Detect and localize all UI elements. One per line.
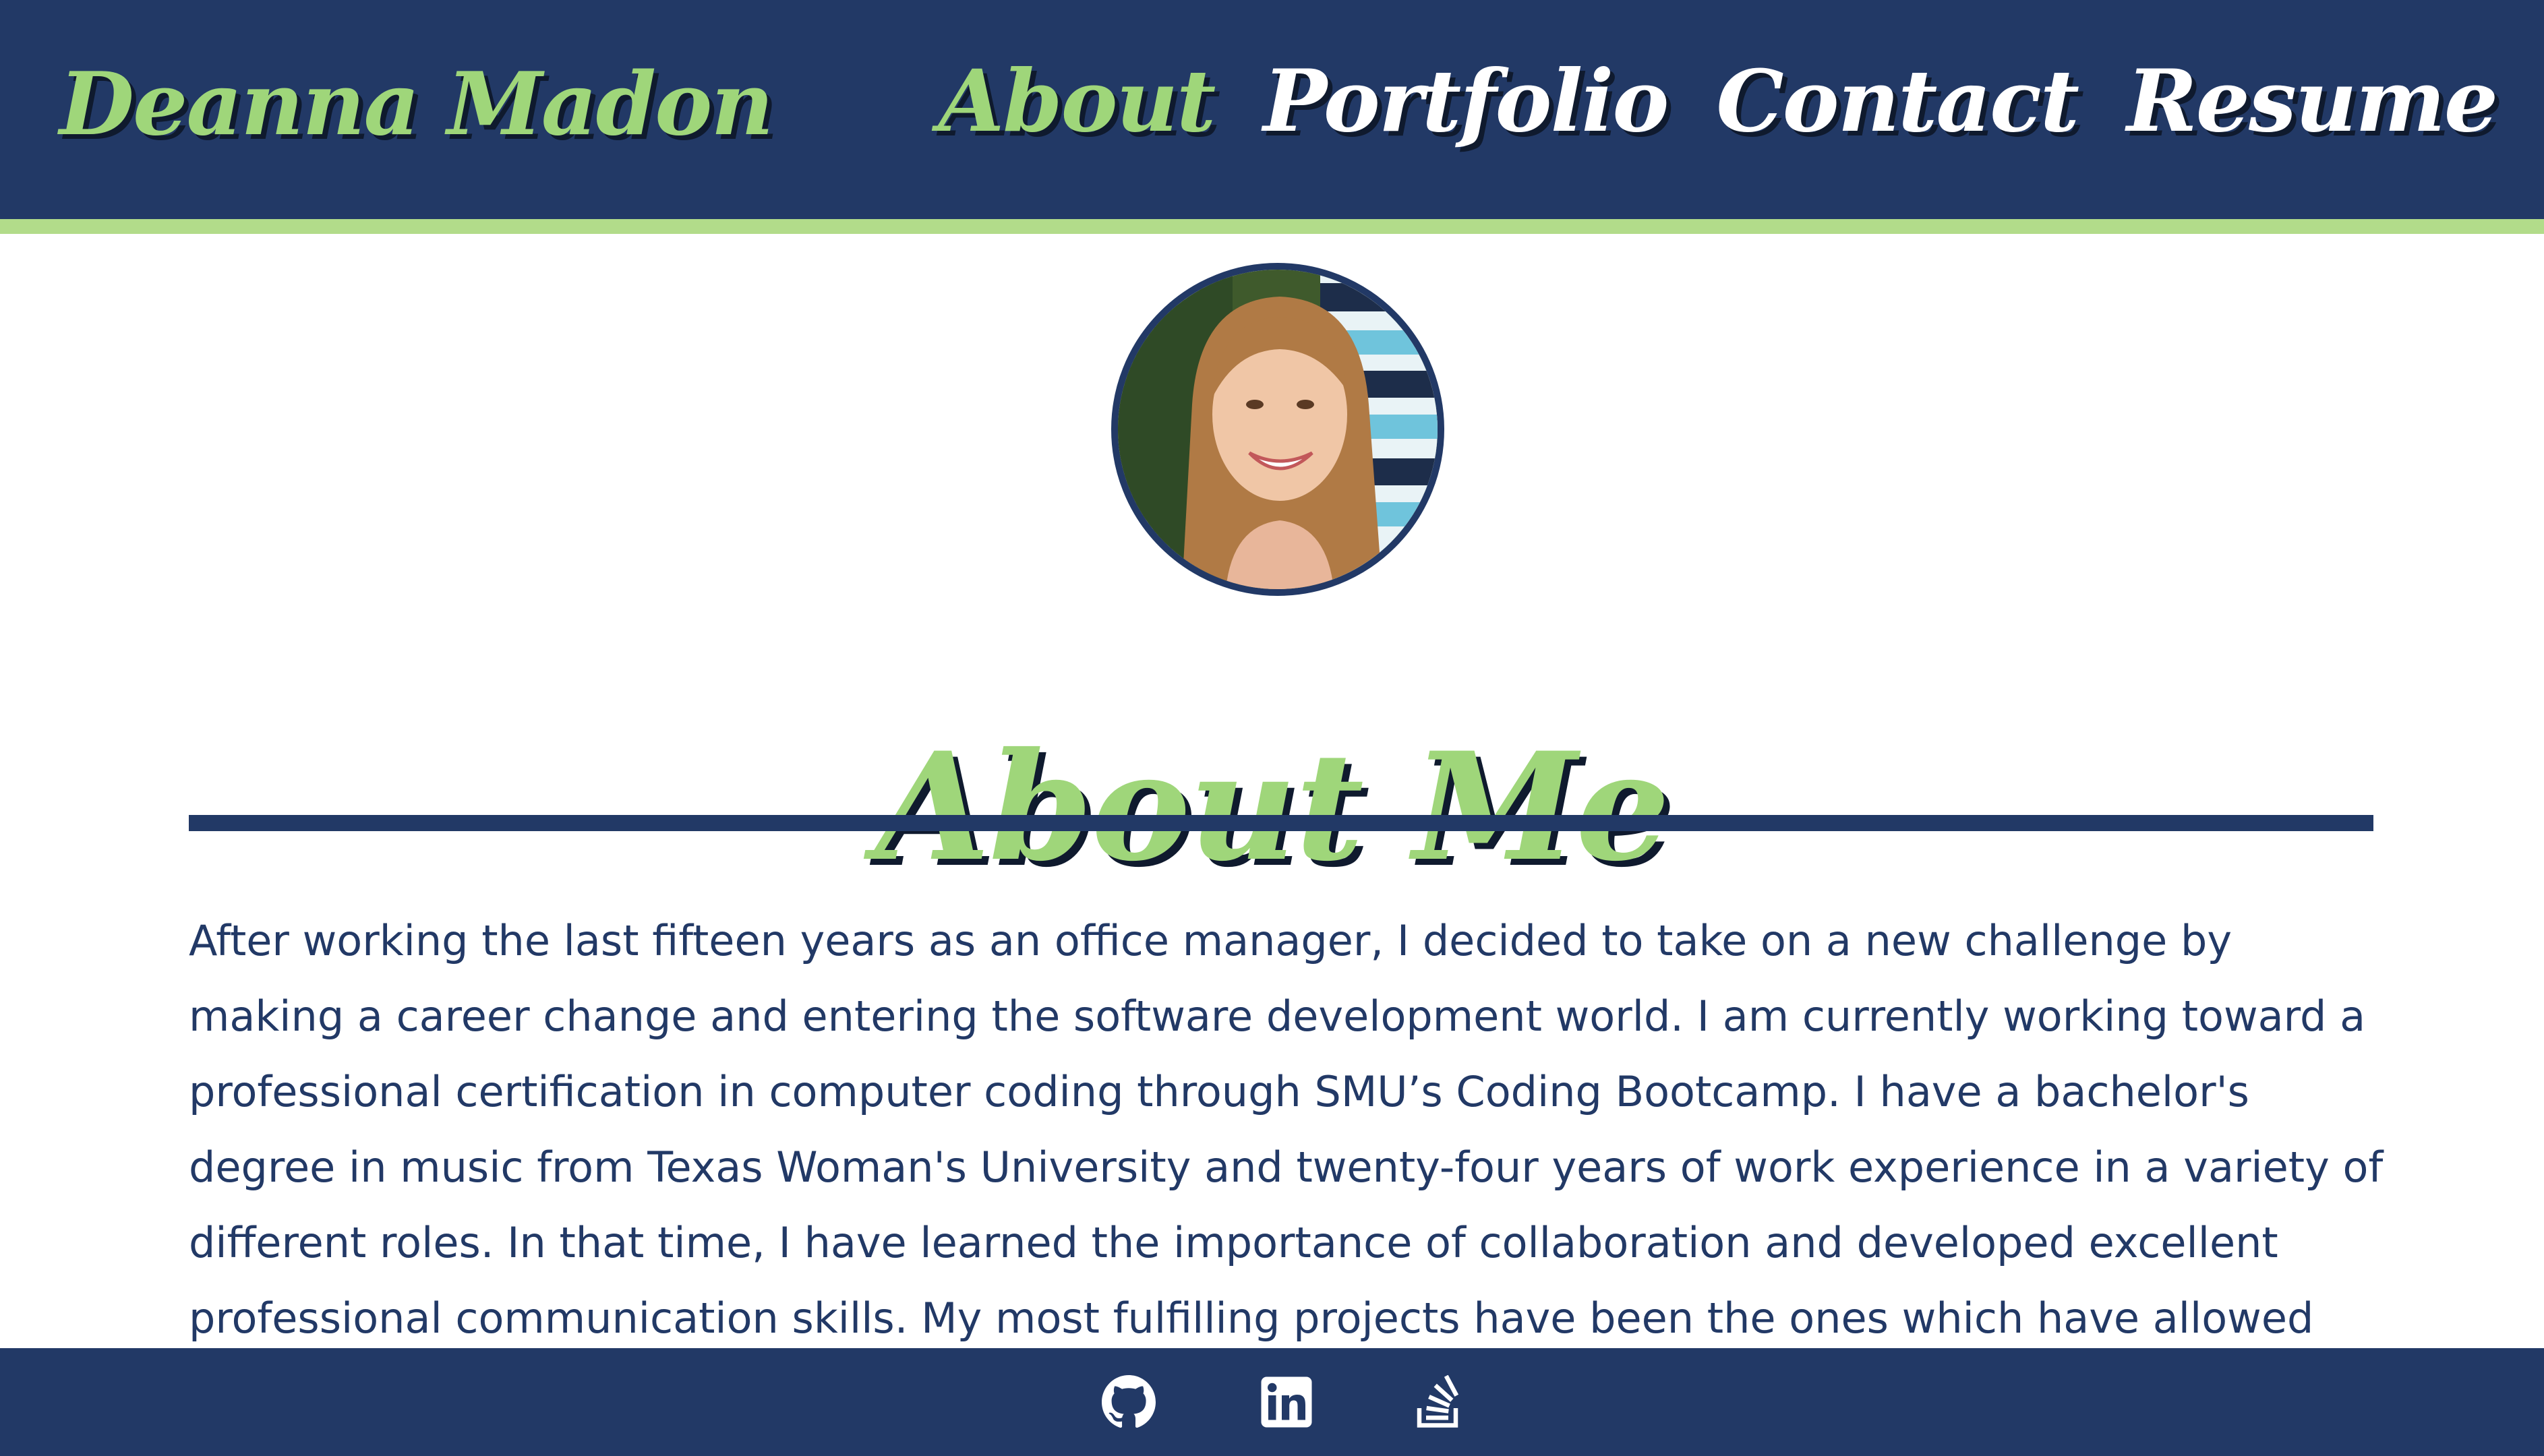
- nav-link-portfolio[interactable]: Portfolio: [1263, 44, 1669, 158]
- nav-link-contact[interactable]: Contact: [1716, 44, 2079, 158]
- main-nav: About Portfolio Contact Resume: [939, 40, 2498, 162]
- stack-overflow-icon: [1417, 1375, 1459, 1428]
- nav-link-resume[interactable]: Resume: [2127, 44, 2498, 158]
- page-heading: About Me: [875, 719, 1670, 894]
- github-icon: [1102, 1375, 1156, 1428]
- linkedin-icon: [1261, 1376, 1312, 1428]
- portfolio-page: Deanna Madon About Portfolio Contact Res…: [0, 0, 2544, 1456]
- site-header: Deanna Madon About Portfolio Contact Res…: [0, 0, 2544, 219]
- brand-name[interactable]: Deanna Madon: [59, 47, 774, 162]
- bio-paragraph: After working the last fifteen years as …: [189, 916, 2384, 1343]
- github-link[interactable]: [1102, 1375, 1156, 1429]
- site-footer: [0, 1348, 2544, 1456]
- nav-link-about[interactable]: About: [939, 44, 1216, 158]
- stack-overflow-link[interactable]: [1412, 1375, 1466, 1429]
- profile-photo-illustration: [1118, 270, 1438, 589]
- header-accent-stripe: [0, 219, 2544, 234]
- linkedin-link[interactable]: [1260, 1375, 1313, 1429]
- profile-photo: [1111, 263, 1444, 596]
- heading-divider: [189, 815, 2373, 831]
